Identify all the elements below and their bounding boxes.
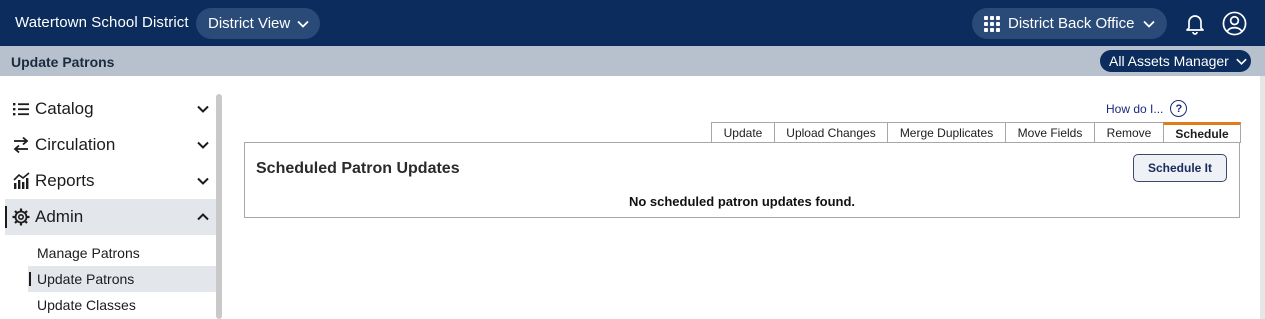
sub-header: Update Patrons All Assets Manager	[0, 46, 1265, 76]
apps-grid-icon	[984, 15, 1000, 32]
tab-label: Remove	[1106, 126, 1152, 140]
tab-label: Move Fields	[1017, 126, 1083, 140]
chevron-down-icon	[197, 105, 209, 113]
sidebar-item-catalog[interactable]: Catalog	[5, 91, 216, 127]
help-icon: ?	[1170, 100, 1188, 117]
tab-upload-changes[interactable]: Upload Changes	[774, 122, 888, 143]
list-icon	[13, 103, 29, 116]
tab-update[interactable]: Update	[711, 122, 775, 143]
top-bar: Watertown School District District View …	[0, 0, 1265, 46]
sidebar-item-label: Reports	[35, 171, 95, 190]
panel-title: Scheduled Patron Updates	[256, 160, 460, 177]
tab-label: Schedule	[1175, 127, 1229, 141]
tab-label: Merge Duplicates	[899, 126, 994, 140]
tab-label: Upload Changes	[786, 126, 876, 140]
chevron-down-icon	[297, 20, 309, 28]
schedule-it-button[interactable]: Schedule It	[1133, 154, 1227, 182]
tab-remove[interactable]: Remove	[1094, 122, 1164, 143]
sidebar-scrollbar[interactable]	[216, 94, 222, 319]
chevron-up-icon	[197, 213, 209, 221]
gear-icon	[12, 208, 30, 226]
sidebar-subitem-update-classes[interactable]: Update Classes	[28, 292, 216, 318]
district-name: Watertown School District	[15, 14, 189, 31]
sidebar-item-admin[interactable]: Admin	[5, 199, 216, 235]
district-back-office-label: District Back Office	[1008, 15, 1135, 32]
chart-icon	[13, 172, 30, 189]
sidebar-subitem-update-patrons[interactable]: Update Patrons	[28, 266, 216, 292]
sidebar-subitem-label: Update Classes	[37, 297, 136, 313]
sidebar-item-circulation[interactable]: Circulation	[5, 127, 216, 163]
scheduled-updates-panel: Scheduled Patron Updates Schedule It No …	[244, 142, 1240, 218]
chevron-down-icon	[1236, 58, 1247, 65]
tab-label: Update	[723, 126, 763, 140]
how-do-i-label: How do I...	[1106, 101, 1164, 116]
role-dropdown[interactable]: All Assets Manager	[1100, 50, 1251, 72]
user-account-icon[interactable]	[1222, 11, 1247, 36]
tab-merge-duplicates[interactable]: Merge Duplicates	[887, 122, 1006, 143]
swap-arrows-icon	[13, 136, 29, 154]
role-label: All Assets Manager	[1109, 53, 1229, 69]
chevron-down-icon	[197, 141, 209, 149]
sidebar-item-reports[interactable]: Reports	[5, 163, 216, 199]
page-title: Update Patrons	[11, 54, 115, 70]
tab-move-fields[interactable]: Move Fields	[1005, 122, 1095, 143]
sidebar-item-label: Catalog	[35, 99, 94, 118]
sidebar-subitem-manage-patrons[interactable]: Manage Patrons	[28, 240, 216, 266]
district-view-label: District View	[208, 15, 291, 32]
notifications-bell-icon[interactable]	[1183, 11, 1207, 35]
sidebar-item-label: Circulation	[35, 135, 116, 154]
sidebar-item-label: Admin	[35, 207, 84, 226]
chevron-down-icon	[1143, 20, 1156, 28]
district-back-office-dropdown[interactable]: District Back Office	[972, 8, 1167, 39]
chevron-down-icon	[197, 177, 209, 185]
tab-bar: Update Upload Changes Merge Duplicates M…	[711, 122, 1241, 143]
sidebar-subitem-label: Update Patrons	[37, 271, 135, 287]
sidebar-subitem-label: Manage Patrons	[37, 245, 140, 261]
page-scrollbar-track[interactable]	[1260, 76, 1265, 319]
district-view-dropdown[interactable]: District View	[196, 8, 320, 39]
how-do-i-link[interactable]: How do I... ?	[1106, 100, 1188, 117]
tab-schedule[interactable]: Schedule	[1163, 122, 1241, 143]
empty-state-message: No scheduled patron updates found.	[628, 194, 856, 209]
